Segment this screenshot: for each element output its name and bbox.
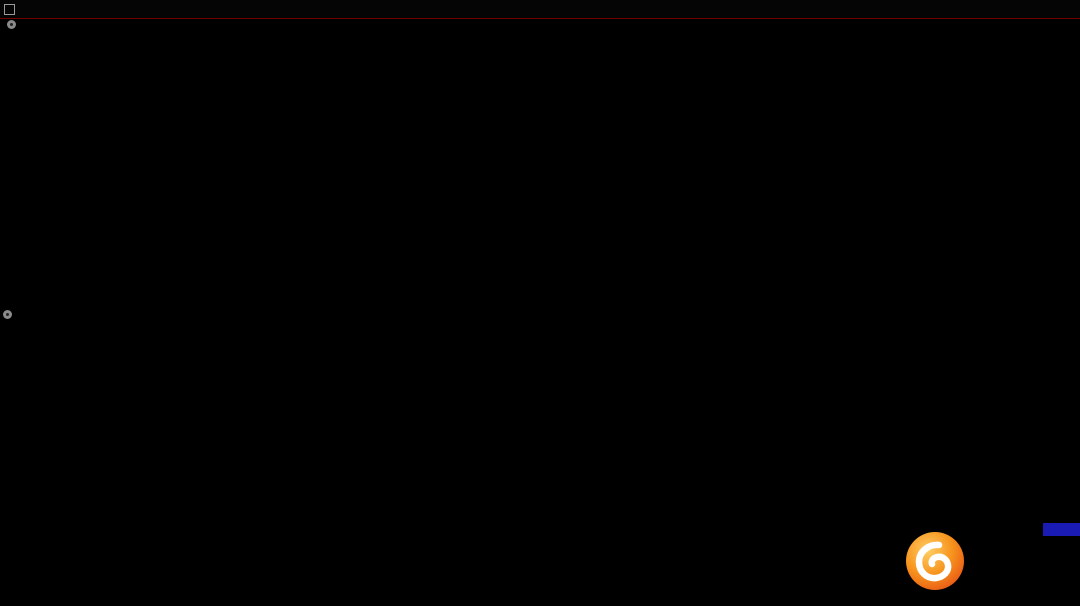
trading-app-window (0, 0, 1080, 606)
cngold-watermark (898, 528, 1080, 602)
macd-header (3, 310, 36, 319)
indicator-collapse-icon[interactable] (3, 310, 12, 319)
cngold-logo-icon (906, 532, 964, 590)
candlestick-macd-chart[interactable] (0, 0, 1080, 606)
logo-swirl-icon (915, 541, 952, 582)
